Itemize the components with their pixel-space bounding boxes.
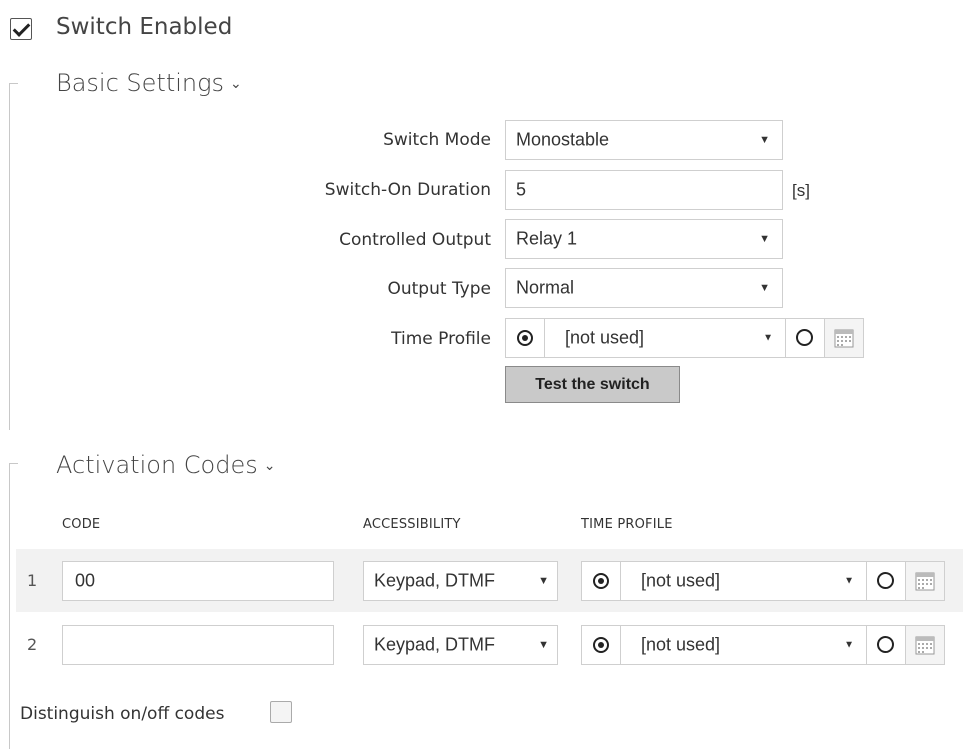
code-input[interactable] [62,625,334,665]
time-profile-select[interactable]: [not used] ▼ [544,318,786,358]
time-profile-radio-off-cell[interactable] [866,625,906,665]
row-number: 1 [27,571,38,590]
section-bracket-top [9,83,18,84]
dropdown-arrow-icon: ▼ [844,575,854,587]
accessibility-select[interactable]: Keypad, DTMF ▼ [363,561,558,601]
accessibility-select[interactable]: Keypad, DTMF ▼ [363,625,558,665]
output-type-label: Output Type [387,279,491,299]
column-header-accessibility: ACCESSIBILITY [363,517,461,532]
calendar-icon [915,636,935,655]
time-profile-select[interactable]: [not used] ▼ [620,561,867,601]
controlled-output-label: Controlled Output [339,230,491,250]
radio-selected-icon [517,330,533,346]
dropdown-arrow-icon: ▼ [763,332,773,344]
dropdown-arrow-icon: ▼ [844,639,854,651]
basic-settings-title[interactable]: Basic Settings ⌄ [56,69,242,97]
switch-mode-label: Switch Mode [383,130,491,150]
chevron-down-icon: ⌄ [263,458,276,474]
time-profile-radio-cell[interactable] [505,318,545,358]
time-profile-radio-cell[interactable] [581,625,621,665]
switch-enabled-label: Switch Enabled [56,14,233,40]
radio-selected-icon [593,573,609,589]
time-profile-radio-off-cell[interactable] [866,561,906,601]
output-type-select[interactable]: Normal ▼ [505,268,783,308]
dropdown-arrow-icon: ▼ [538,639,549,651]
column-header-time-profile: TIME PROFILE [581,517,673,532]
calendar-button[interactable] [824,318,864,358]
section-bracket-line-2 [9,463,10,749]
dropdown-arrow-icon: ▼ [759,134,770,146]
chevron-down-icon: ⌄ [230,76,242,92]
duration-unit: [s] [792,181,810,200]
time-profile-select[interactable]: [not used] ▼ [620,625,867,665]
radio-unselected-icon [796,329,813,346]
radio-selected-icon [593,637,609,653]
section-bracket-top-2 [9,463,18,464]
time-profile-radio-cell[interactable] [581,561,621,601]
calendar-icon [915,572,935,591]
row-number: 2 [27,635,38,654]
controlled-output-select[interactable]: Relay 1 ▼ [505,219,783,259]
calendar-button[interactable] [905,625,945,665]
dropdown-arrow-icon: ▼ [759,282,770,294]
calendar-button[interactable] [905,561,945,601]
dropdown-arrow-icon: ▼ [759,233,770,245]
test-switch-button[interactable]: Test the switch [505,366,680,403]
time-profile-label: Time Profile [391,329,491,349]
section-bracket-line [9,83,10,430]
distinguish-codes-label: Distinguish on/off codes [20,704,225,724]
activation-codes-title[interactable]: Activation Codes ⌄ [56,451,275,479]
time-profile-radio-off-cell[interactable] [785,318,825,358]
radio-unselected-icon [877,572,894,589]
code-input[interactable]: 00 [62,561,334,601]
switch-on-duration-input[interactable]: 5 [505,170,783,210]
radio-unselected-icon [877,636,894,653]
switch-on-duration-label: Switch-On Duration [324,180,491,200]
column-header-code: CODE [62,517,101,532]
switch-enabled-checkbox[interactable] [10,18,32,40]
distinguish-codes-checkbox[interactable] [270,701,292,723]
switch-mode-select[interactable]: Monostable ▼ [505,120,783,160]
dropdown-arrow-icon: ▼ [538,575,549,587]
calendar-icon [834,329,854,348]
